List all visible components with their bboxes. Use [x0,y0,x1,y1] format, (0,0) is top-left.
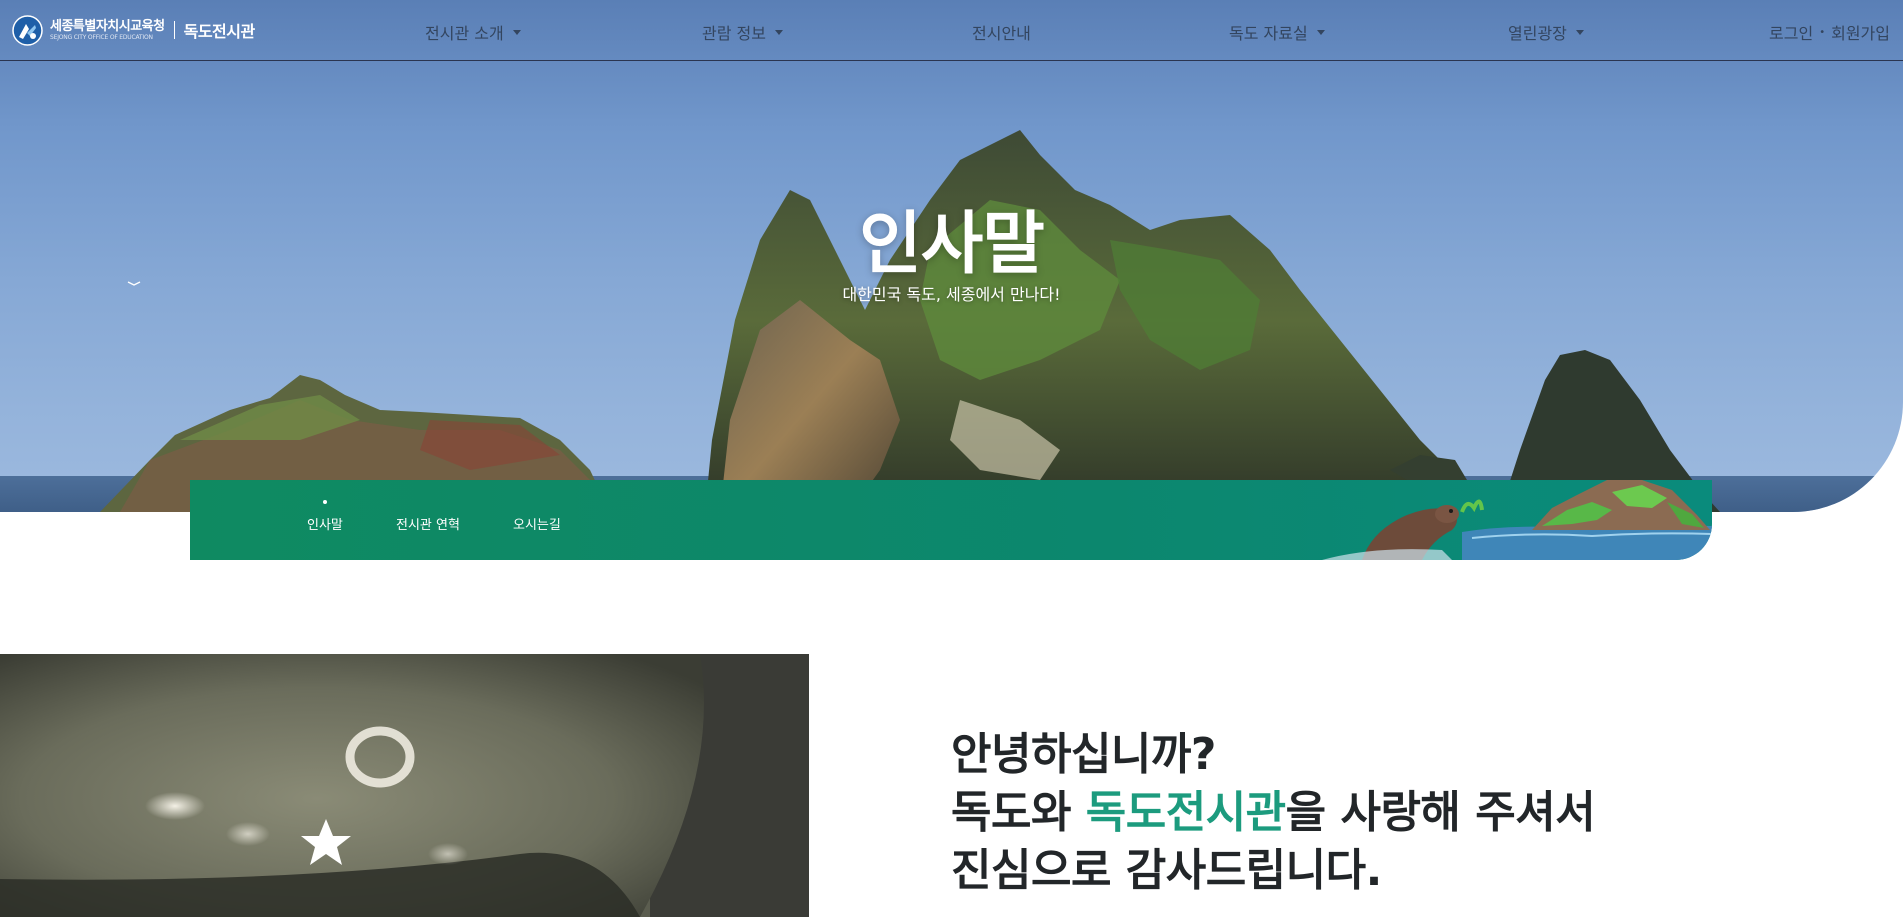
greeting-line-1: 안녕하십니까? [951,729,1216,780]
helmet-photo-image [0,654,809,917]
site-name: 독도전시관 [183,22,256,41]
sejong-emblem-icon [12,14,43,46]
menu-item-archive[interactable]: 독도 자료실 [1229,20,1325,44]
page-subtitle: 대한민국 독도, 세종에서 만나다! [842,285,1061,304]
caret-down-icon [1575,29,1584,35]
caret-down-icon [774,29,783,35]
office-name: 세종특별자치시교육청 SEJONG CITY OFFICE OF EDUCATI… [50,19,165,42]
menu-item-exhibition[interactable]: 전시안내 [972,20,1031,44]
menu-item-label: 독도 자료실 [1229,24,1308,43]
menu-item-label: 전시관 소개 [425,24,504,43]
greeting-photo [0,654,809,917]
greeting-line-2-pre: 독도와 [951,787,1086,838]
subnav-item-label: 인사말 [307,518,343,533]
office-name-en: SEJONG CITY OFFICE OF EDUCATION [50,33,153,41]
auth-separator: • [1819,26,1826,38]
menu-item-label: 열린광장 [1508,24,1567,43]
greeting-line-2: 독도와 독도전시관을 사랑해 주셔서 [951,784,1596,842]
login-link[interactable]: 로그인 [1769,20,1813,44]
greeting-line-3: 진심으로 감사드립니다. [951,845,1382,896]
menu-item-open-square[interactable]: 열린광장 [1508,20,1584,44]
office-name-ko: 세종특별자치시교육청 [50,18,165,34]
greeting-line-2-post: 을 사랑해 주셔서 [1285,787,1596,838]
menu-item-label: 전시안내 [972,24,1031,43]
auth-links: 로그인 • 회원가입 [1769,20,1890,44]
menu-item-about[interactable]: 전시관 소개 [425,20,521,44]
dokdo-sea-lion-illustration [1322,480,1712,560]
site-logo[interactable]: 세종특별자치시교육청 SEJONG CITY OFFICE OF EDUCATI… [12,13,255,47]
menu-item-visit-info[interactable]: 관람 정보 [702,20,783,44]
subnav-item-history[interactable]: 전시관 연혁 [396,514,460,533]
top-navigation: 세종특별자치시교육청 SEJONG CITY OFFICE OF EDUCATI… [0,0,1903,61]
sub-navigation: 인사말 전시관 연혁 오시는길 [190,480,1712,560]
greeting-highlight: 독도전시관 [1085,787,1286,838]
logo-divider [173,21,175,39]
subnav-item-label: 오시는길 [513,518,561,533]
subnav-item-label: 전시관 연혁 [396,518,460,533]
caret-down-icon [512,29,521,35]
page-title: 인사말 [859,205,1045,284]
subnav-item-greeting[interactable]: 인사말 [307,500,343,533]
signup-link[interactable]: 회원가입 [1831,20,1890,44]
menu-item-label: 관람 정보 [702,24,766,43]
subnav-item-directions[interactable]: 오시는길 [513,514,561,533]
caret-down-icon [1316,29,1325,35]
greeting-heading: 안녕하십니까? 독도와 독도전시관을 사랑해 주셔서 진심으로 감사드립니다. [951,726,1596,900]
active-indicator-dot [322,500,327,504]
